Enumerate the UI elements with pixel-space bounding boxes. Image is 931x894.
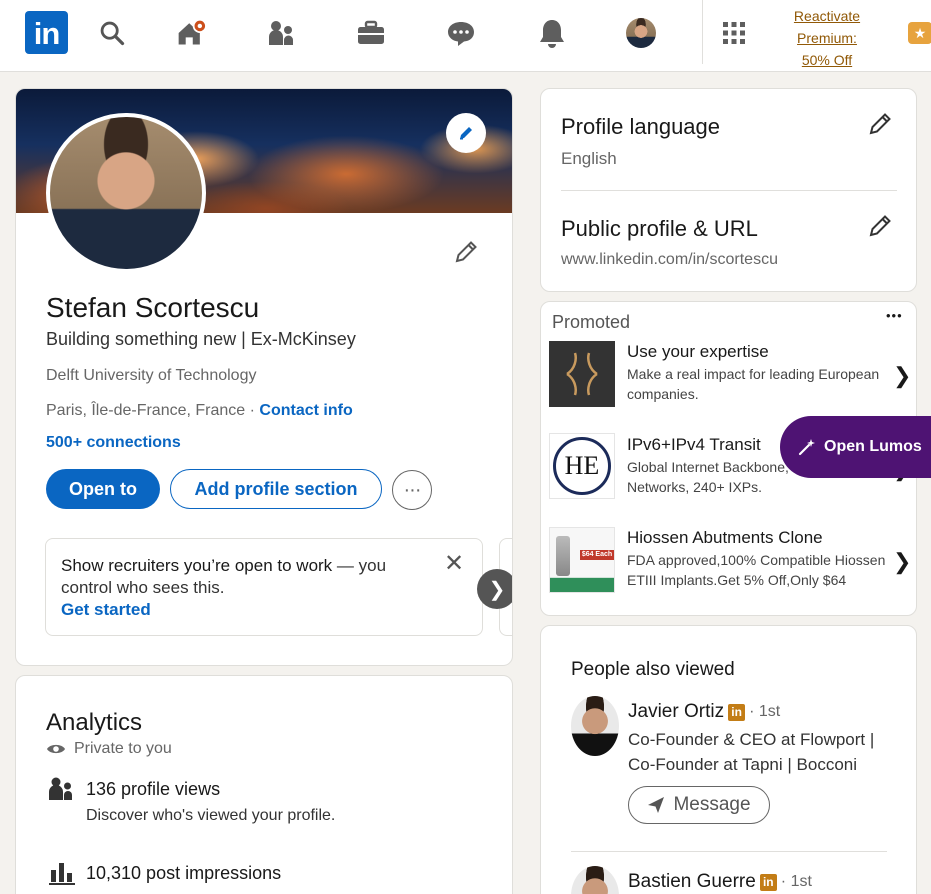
ad-title[interactable]: Use your expertise (627, 342, 769, 362)
ad-chevron-icon[interactable]: ❯ (893, 363, 911, 389)
premium-star-icon[interactable]: ★ (908, 22, 931, 44)
ad-thumb-price: $64 Each (580, 550, 614, 560)
profile-school[interactable]: Delft University of Technology (46, 367, 256, 385)
linkedin-premium-icon: in (759, 873, 777, 891)
edit-url-pencil-icon[interactable] (867, 213, 893, 244)
connection-degree: · 1st (780, 873, 812, 890)
people-also-viewed-title: People also viewed (571, 659, 735, 680)
ad-thumb-hiossen[interactable]: $64 Each (549, 527, 615, 593)
people-divider (571, 851, 887, 852)
open-lumos-label: Open Lumos (824, 438, 922, 455)
edit-cover-button[interactable] (446, 113, 486, 153)
grid-icon[interactable] (719, 16, 749, 50)
close-icon[interactable]: ✕ (444, 549, 464, 578)
profile-language-title: Profile language (561, 114, 721, 139)
connections-link[interactable]: 500+ connections (46, 434, 181, 452)
ad-thumb-he[interactable]: HE (549, 433, 615, 499)
open-to-button[interactable]: Open to (46, 469, 160, 509)
ad-desc: Make a real impact for leading European … (627, 366, 880, 402)
ad-title[interactable]: IPv6+IPv4 Transit (627, 435, 761, 455)
jobs-icon[interactable] (356, 16, 386, 50)
person-title: Co-Founder & CEO at Flowport | Co-Founde… (628, 730, 875, 774)
otw-text: Show recruiters you’re open to work — yo… (61, 555, 431, 599)
avatar[interactable] (571, 696, 619, 756)
get-started-link[interactable]: Get started (61, 600, 151, 620)
privacy-text: Private to you (74, 740, 172, 757)
person-name-row[interactable]: Javier Ortiz in · 1st (628, 701, 780, 723)
connection-degree: · 1st (749, 703, 781, 720)
he-logo: HE (553, 437, 611, 495)
public-profile-url: www.linkedin.com/in/scortescu (561, 251, 778, 268)
reactivate-line-1: Reactivate (793, 8, 861, 24)
messaging-icon[interactable] (446, 16, 476, 50)
reactivate-line-3: 50% Off (801, 52, 853, 68)
otw-bold-text: Show recruiters you’re open to work (61, 556, 333, 575)
more-actions-button[interactable]: ··· (392, 470, 432, 510)
profile-views-sub: Discover who's viewed your profile. (86, 807, 336, 824)
message-label: Message (673, 794, 751, 815)
analytics-title: Analytics (46, 709, 143, 736)
analytics-card: Analytics Private to you 136 profile vie… (15, 675, 513, 894)
eye-icon (47, 744, 65, 754)
edit-language-pencil-icon[interactable] (867, 111, 893, 142)
reactivate-line-2: Premium: (797, 30, 857, 46)
bar-chart-icon (49, 863, 75, 885)
settings-divider (561, 190, 897, 191)
home-icon[interactable] (176, 16, 206, 50)
nav-separator (702, 0, 703, 64)
linkedin-logo[interactable]: in (25, 11, 68, 54)
ad-thumb-expertise[interactable] (549, 341, 615, 407)
person-name: Bastien Guerre (628, 871, 756, 892)
person-name-row[interactable]: Bastien Guerre in · 1st (628, 871, 812, 893)
post-impressions-link[interactable]: 10,310 post impressions (86, 863, 281, 884)
carousel-next-button[interactable]: ❯ (477, 569, 512, 609)
pencil-icon (460, 127, 472, 140)
profile-location: Paris, Île-de-France, France · Contact i… (46, 402, 353, 420)
location-text: Paris, Île-de-France, France (46, 402, 246, 419)
profile-photo[interactable] (46, 113, 206, 273)
public-profile-title: Public profile & URL (561, 216, 758, 241)
ad-desc: FDA approved,100% Compatible Hiossen ETI… (627, 552, 886, 588)
ad-chevron-icon[interactable]: ❯ (893, 549, 911, 575)
message-button[interactable]: Message (628, 786, 770, 824)
reactivate-premium-link[interactable]: Reactivate Premium: 50% Off (782, 5, 872, 71)
linkedin-premium-icon: in (728, 703, 746, 721)
person-name: Javier Ortiz (628, 701, 725, 722)
open-lumos-button[interactable]: Open Lumos (780, 416, 931, 478)
my-network-icon[interactable] (266, 16, 296, 50)
send-icon (648, 797, 665, 813)
promoted-label: Promoted (552, 312, 631, 332)
add-profile-section-button[interactable]: Add profile section (170, 469, 382, 509)
profile-settings-card: Profile language English Public profile … (540, 88, 917, 292)
top-navigation: in Reactivate Premium: 50% Off ★ (0, 0, 931, 72)
ad-title[interactable]: Hiossen Abutments Clone (627, 528, 823, 548)
privacy-note: Private to you (46, 740, 172, 758)
profile-views-link[interactable]: 136 profile views (86, 779, 220, 800)
people-also-viewed-card: People also viewed Javier Ortiz in · 1st… (540, 625, 917, 894)
contact-info-link[interactable]: Contact info (259, 402, 352, 419)
profile-language-value: English (561, 149, 617, 168)
profile-name: Stefan Scortescu (46, 292, 260, 323)
me-avatar[interactable] (626, 16, 656, 50)
edit-intro-pencil-icon[interactable] (453, 239, 479, 270)
notifications-icon[interactable] (537, 16, 567, 50)
open-to-work-card: Show recruiters you’re open to work — yo… (45, 538, 483, 636)
people-icon (49, 777, 72, 800)
profile-headline: Building something new | Ex-McKinsey (46, 329, 356, 349)
avatar[interactable] (571, 866, 619, 894)
search-icon[interactable] (97, 16, 127, 50)
location-separator: · (245, 402, 260, 419)
promoted-more-icon[interactable]: ••• (886, 308, 903, 323)
profile-card: Stefan Scortescu Building something new … (15, 88, 513, 666)
magic-wand-icon (798, 439, 815, 456)
